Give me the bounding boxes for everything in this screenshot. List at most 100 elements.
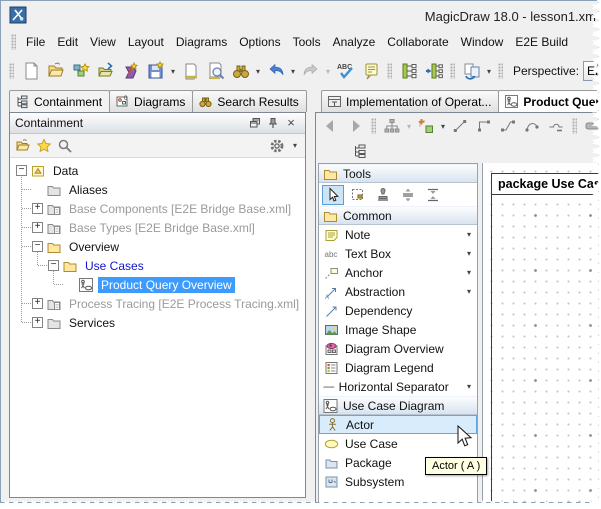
- collapse-expander[interactable]: −: [32, 241, 43, 252]
- new-project-button[interactable]: [68, 58, 93, 84]
- expand-expander[interactable]: +: [32, 298, 43, 309]
- tab-diagrams[interactable]: 0 Diagrams: [109, 90, 193, 112]
- toolbar-grip[interactable]: [387, 63, 392, 79]
- menu-options[interactable]: Options: [233, 32, 286, 52]
- palette-item-image-shape[interactable]: Image Shape: [319, 320, 477, 339]
- rectilinear-line-style-button[interactable]: [472, 115, 496, 137]
- anchor-dropdown[interactable]: ▾: [464, 268, 474, 277]
- back-button[interactable]: [319, 115, 343, 137]
- palette-item-dependency[interactable]: Dependency: [319, 301, 477, 320]
- selection-tool-button[interactable]: [322, 185, 344, 205]
- toolbar-grip[interactable]: [11, 34, 16, 50]
- palette-item-abstraction[interactable]: A Abstraction ▾: [319, 282, 477, 301]
- print-button[interactable]: [178, 58, 203, 84]
- separator-dropdown[interactable]: ▾: [464, 382, 474, 391]
- tab-search-results[interactable]: Search Results: [192, 90, 306, 112]
- palette-item-diagram-legend[interactable]: Diagram Legend: [319, 358, 477, 377]
- redo-dropdown[interactable]: ▾: [323, 67, 333, 76]
- vertical-collapse-tool-button[interactable]: [422, 185, 444, 205]
- spelling-button[interactable]: ABC: [333, 58, 358, 84]
- menu-window[interactable]: Window: [455, 32, 510, 52]
- find-button[interactable]: [228, 58, 253, 84]
- palette-item-anchor[interactable]: Anchor ▾: [319, 263, 477, 282]
- line-jumps-button[interactable]: [544, 115, 568, 137]
- tree-item-base-components[interactable]: + Base Components [E2E Bridge Base.xml]: [10, 199, 305, 218]
- menu-layout[interactable]: Layout: [122, 32, 170, 52]
- menu-edit[interactable]: Edit: [51, 32, 84, 52]
- containment-tree-icon[interactable]: [348, 140, 372, 162]
- menu-file[interactable]: File: [20, 32, 51, 52]
- toolbar-grip[interactable]: [371, 118, 376, 134]
- undo-button[interactable]: [263, 58, 288, 84]
- open-file-button[interactable]: [43, 58, 68, 84]
- find-dropdown[interactable]: ▾: [253, 67, 263, 76]
- note-dropdown[interactable]: ▾: [464, 230, 474, 239]
- menu-e2e-builder[interactable]: E2E Build: [509, 32, 574, 52]
- tab-containment[interactable]: Containment: [9, 90, 110, 112]
- text-box-dropdown[interactable]: ▾: [464, 249, 474, 258]
- bezier-line-style-button[interactable]: [520, 115, 544, 137]
- tree-item-data[interactable]: − Data: [10, 161, 305, 180]
- undo-dropdown[interactable]: ▾: [288, 67, 298, 76]
- tree-item-use-cases[interactable]: − Use Cases: [10, 256, 305, 275]
- palette-section-use-case-diagram[interactable]: Use Case Diagram: [319, 396, 477, 415]
- tab-implementation-of-operation[interactable]: Implementation of Operat...: [321, 90, 499, 112]
- palette-item-note[interactable]: Note ▾: [319, 225, 477, 244]
- layout-hierarchy-button[interactable]: [380, 115, 404, 137]
- diagram-canvas[interactable]: package Use Cas: [482, 163, 599, 503]
- open-project-button[interactable]: [93, 58, 118, 84]
- toolbar-grip[interactable]: [450, 63, 455, 79]
- abstraction-dropdown[interactable]: ▾: [464, 287, 474, 296]
- palette-item-diagram-overview[interactable]: Diagram Overview: [319, 339, 477, 358]
- print-preview-button[interactable]: [203, 58, 228, 84]
- tree-item-base-types[interactable]: + Base Types [E2E Bridge Base.xml]: [10, 218, 305, 237]
- palette-item-actor[interactable]: Actor: [319, 415, 477, 434]
- display-related-elements-button[interactable]: [414, 115, 438, 137]
- collapse-structure-button[interactable]: [421, 58, 446, 84]
- menu-analyze[interactable]: Analyze: [327, 32, 382, 52]
- pin-panel-button[interactable]: [264, 115, 282, 131]
- collapse-expander[interactable]: −: [48, 260, 59, 271]
- oblique-line-style-button[interactable]: [496, 115, 520, 137]
- tree-item-aliases[interactable]: Aliases: [10, 180, 305, 199]
- menu-view[interactable]: View: [84, 32, 122, 52]
- settings-gear-icon[interactable]: [269, 138, 285, 154]
- stamp-tool-button[interactable]: [372, 185, 394, 205]
- settings-dropdown[interactable]: ▾: [290, 141, 300, 150]
- palette-section-common[interactable]: Common: [319, 206, 477, 225]
- notification-button[interactable]: [358, 58, 383, 84]
- palette-section-tools[interactable]: Tools: [319, 164, 477, 183]
- palette-item-use-case[interactable]: Use Case: [319, 434, 477, 453]
- menu-tools[interactable]: Tools: [287, 32, 327, 52]
- import-project-button[interactable]: [118, 58, 143, 84]
- menu-diagrams[interactable]: Diagrams: [170, 32, 233, 52]
- transform-button[interactable]: [459, 58, 484, 84]
- tab-product-query[interactable]: Product Quer: [498, 90, 599, 112]
- open-specification-icon[interactable]: [15, 138, 31, 154]
- favorites-star-icon[interactable]: [36, 138, 52, 154]
- float-panel-button[interactable]: [246, 115, 264, 131]
- save-button[interactable]: [143, 58, 168, 84]
- tree-item-process-tracing[interactable]: + Process Tracing [E2E Process Tracing.x…: [10, 294, 305, 313]
- package-frame[interactable]: package Use Cas: [491, 173, 599, 503]
- expand-expander[interactable]: +: [32, 203, 43, 214]
- tree-item-overview[interactable]: − Overview: [10, 237, 305, 256]
- new-file-button[interactable]: [18, 58, 43, 84]
- tree-item-services[interactable]: + Services: [10, 313, 305, 332]
- tree-item-product-query-overview[interactable]: Product Query Overview: [10, 275, 305, 294]
- toolbar-grip[interactable]: [572, 118, 577, 134]
- close-panel-button[interactable]: ×: [282, 115, 300, 131]
- expand-expander[interactable]: +: [32, 317, 43, 328]
- palette-item-horizontal-separator[interactable]: ---- Horizontal Separator ▾: [319, 377, 477, 396]
- menu-collaborate[interactable]: Collaborate: [381, 32, 454, 52]
- expand-expander[interactable]: +: [32, 222, 43, 233]
- redo-button[interactable]: [298, 58, 323, 84]
- marquee-select-tool-button[interactable]: [347, 185, 369, 205]
- search-icon[interactable]: [57, 138, 73, 154]
- straight-line-style-button[interactable]: [448, 115, 472, 137]
- model-structure-button[interactable]: [396, 58, 421, 84]
- forward-button[interactable]: [343, 115, 367, 137]
- toolbar-grip[interactable]: [498, 63, 503, 79]
- toolbar-grip[interactable]: [9, 63, 14, 79]
- display-related-dropdown[interactable]: ▾: [438, 122, 448, 131]
